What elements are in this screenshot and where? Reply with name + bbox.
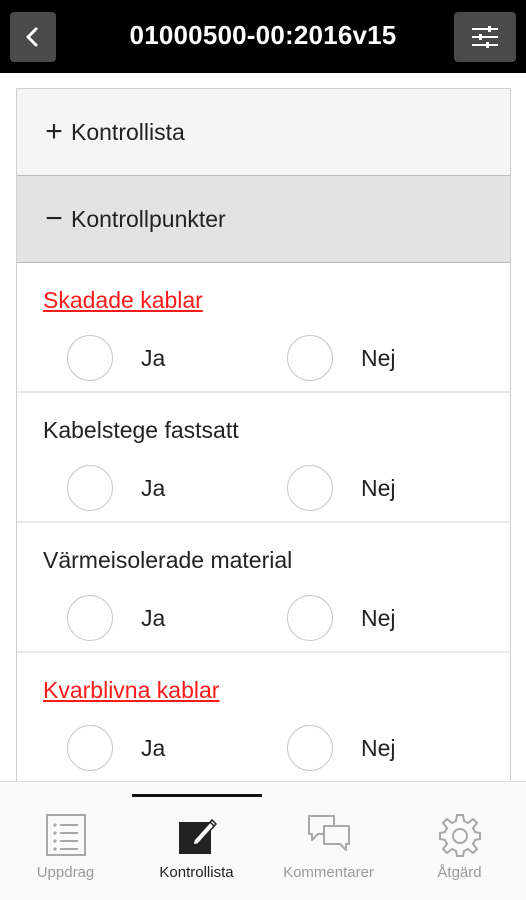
checkpoint-label: Värmeisolerade material	[43, 547, 293, 573]
chevron-left-icon	[26, 27, 38, 47]
tab-kommentarer[interactable]: Kommentarer	[263, 812, 394, 892]
radio-ja-label: Ja	[141, 735, 166, 761]
accordion-kontrollpunkter[interactable]: − Kontrollpunkter	[17, 176, 510, 263]
tab-label: Åtgärd	[437, 864, 482, 881]
tab-kontrollista[interactable]: Kontrollista	[131, 812, 262, 892]
radio-nej-label: Nej	[361, 345, 396, 371]
gear-icon	[438, 814, 481, 857]
radio-nej-label: Nej	[361, 475, 396, 501]
settings-button[interactable]	[454, 12, 516, 62]
back-button[interactable]	[10, 12, 56, 62]
bottom-nav: Uppdrag Kontrollista Kommentarer Åtgärd	[0, 781, 526, 900]
tab-label: Kommentarer	[283, 864, 374, 881]
checkpoint-item: Värmeisolerade material Ja Nej	[17, 523, 510, 653]
list-icon	[45, 814, 86, 856]
page-title: 01000500-00:2016v15	[129, 20, 397, 50]
top-bar: 01000500-00:2016v15	[0, 0, 526, 73]
checkpoint-label: Kvarblivna kablar	[43, 677, 220, 703]
accordion-kontrollista[interactable]: + Kontrollista	[17, 89, 510, 176]
tab-uppdrag[interactable]: Uppdrag	[0, 812, 131, 892]
checkpoint-item: Skadade kablar Ja Nej	[17, 263, 510, 393]
radio-ja[interactable]	[67, 725, 113, 771]
radio-ja-label: Ja	[141, 605, 166, 631]
edit-icon	[178, 818, 217, 854]
radio-nej[interactable]	[287, 725, 333, 771]
comments-icon	[307, 815, 350, 851]
radio-ja-label: Ja	[141, 345, 166, 371]
checkpoint-item: Kabelstege fastsatt Ja Nej	[17, 393, 510, 523]
radio-nej-label: Nej	[361, 605, 396, 631]
accordion-label: Kontrollpunkter	[71, 205, 226, 232]
collapse-icon: −	[45, 202, 63, 235]
checklist-panel: + Kontrollista − Kontrollpunkter Skadade…	[16, 88, 511, 781]
checkpoint-item: Kvarblivna kablar Ja Nej	[17, 653, 510, 781]
tab-label: Uppdrag	[36, 864, 95, 881]
active-tab-indicator	[132, 794, 262, 797]
expand-icon: +	[45, 115, 63, 148]
radio-nej[interactable]	[287, 465, 333, 511]
radio-ja[interactable]	[67, 335, 113, 381]
radio-nej[interactable]	[287, 335, 333, 381]
accordion-label: Kontrollista	[71, 118, 185, 145]
radio-nej[interactable]	[287, 595, 333, 641]
radio-ja-label: Ja	[141, 475, 166, 501]
checkpoint-label: Kabelstege fastsatt	[43, 417, 239, 443]
sliders-icon	[472, 26, 498, 48]
checkpoint-label: Skadade kablar	[43, 287, 203, 313]
tab-label: Kontrollista	[159, 864, 234, 881]
radio-ja[interactable]	[67, 595, 113, 641]
radio-nej-label: Nej	[361, 735, 396, 761]
tab-atgard[interactable]: Åtgärd	[394, 812, 525, 892]
radio-ja[interactable]	[67, 465, 113, 511]
